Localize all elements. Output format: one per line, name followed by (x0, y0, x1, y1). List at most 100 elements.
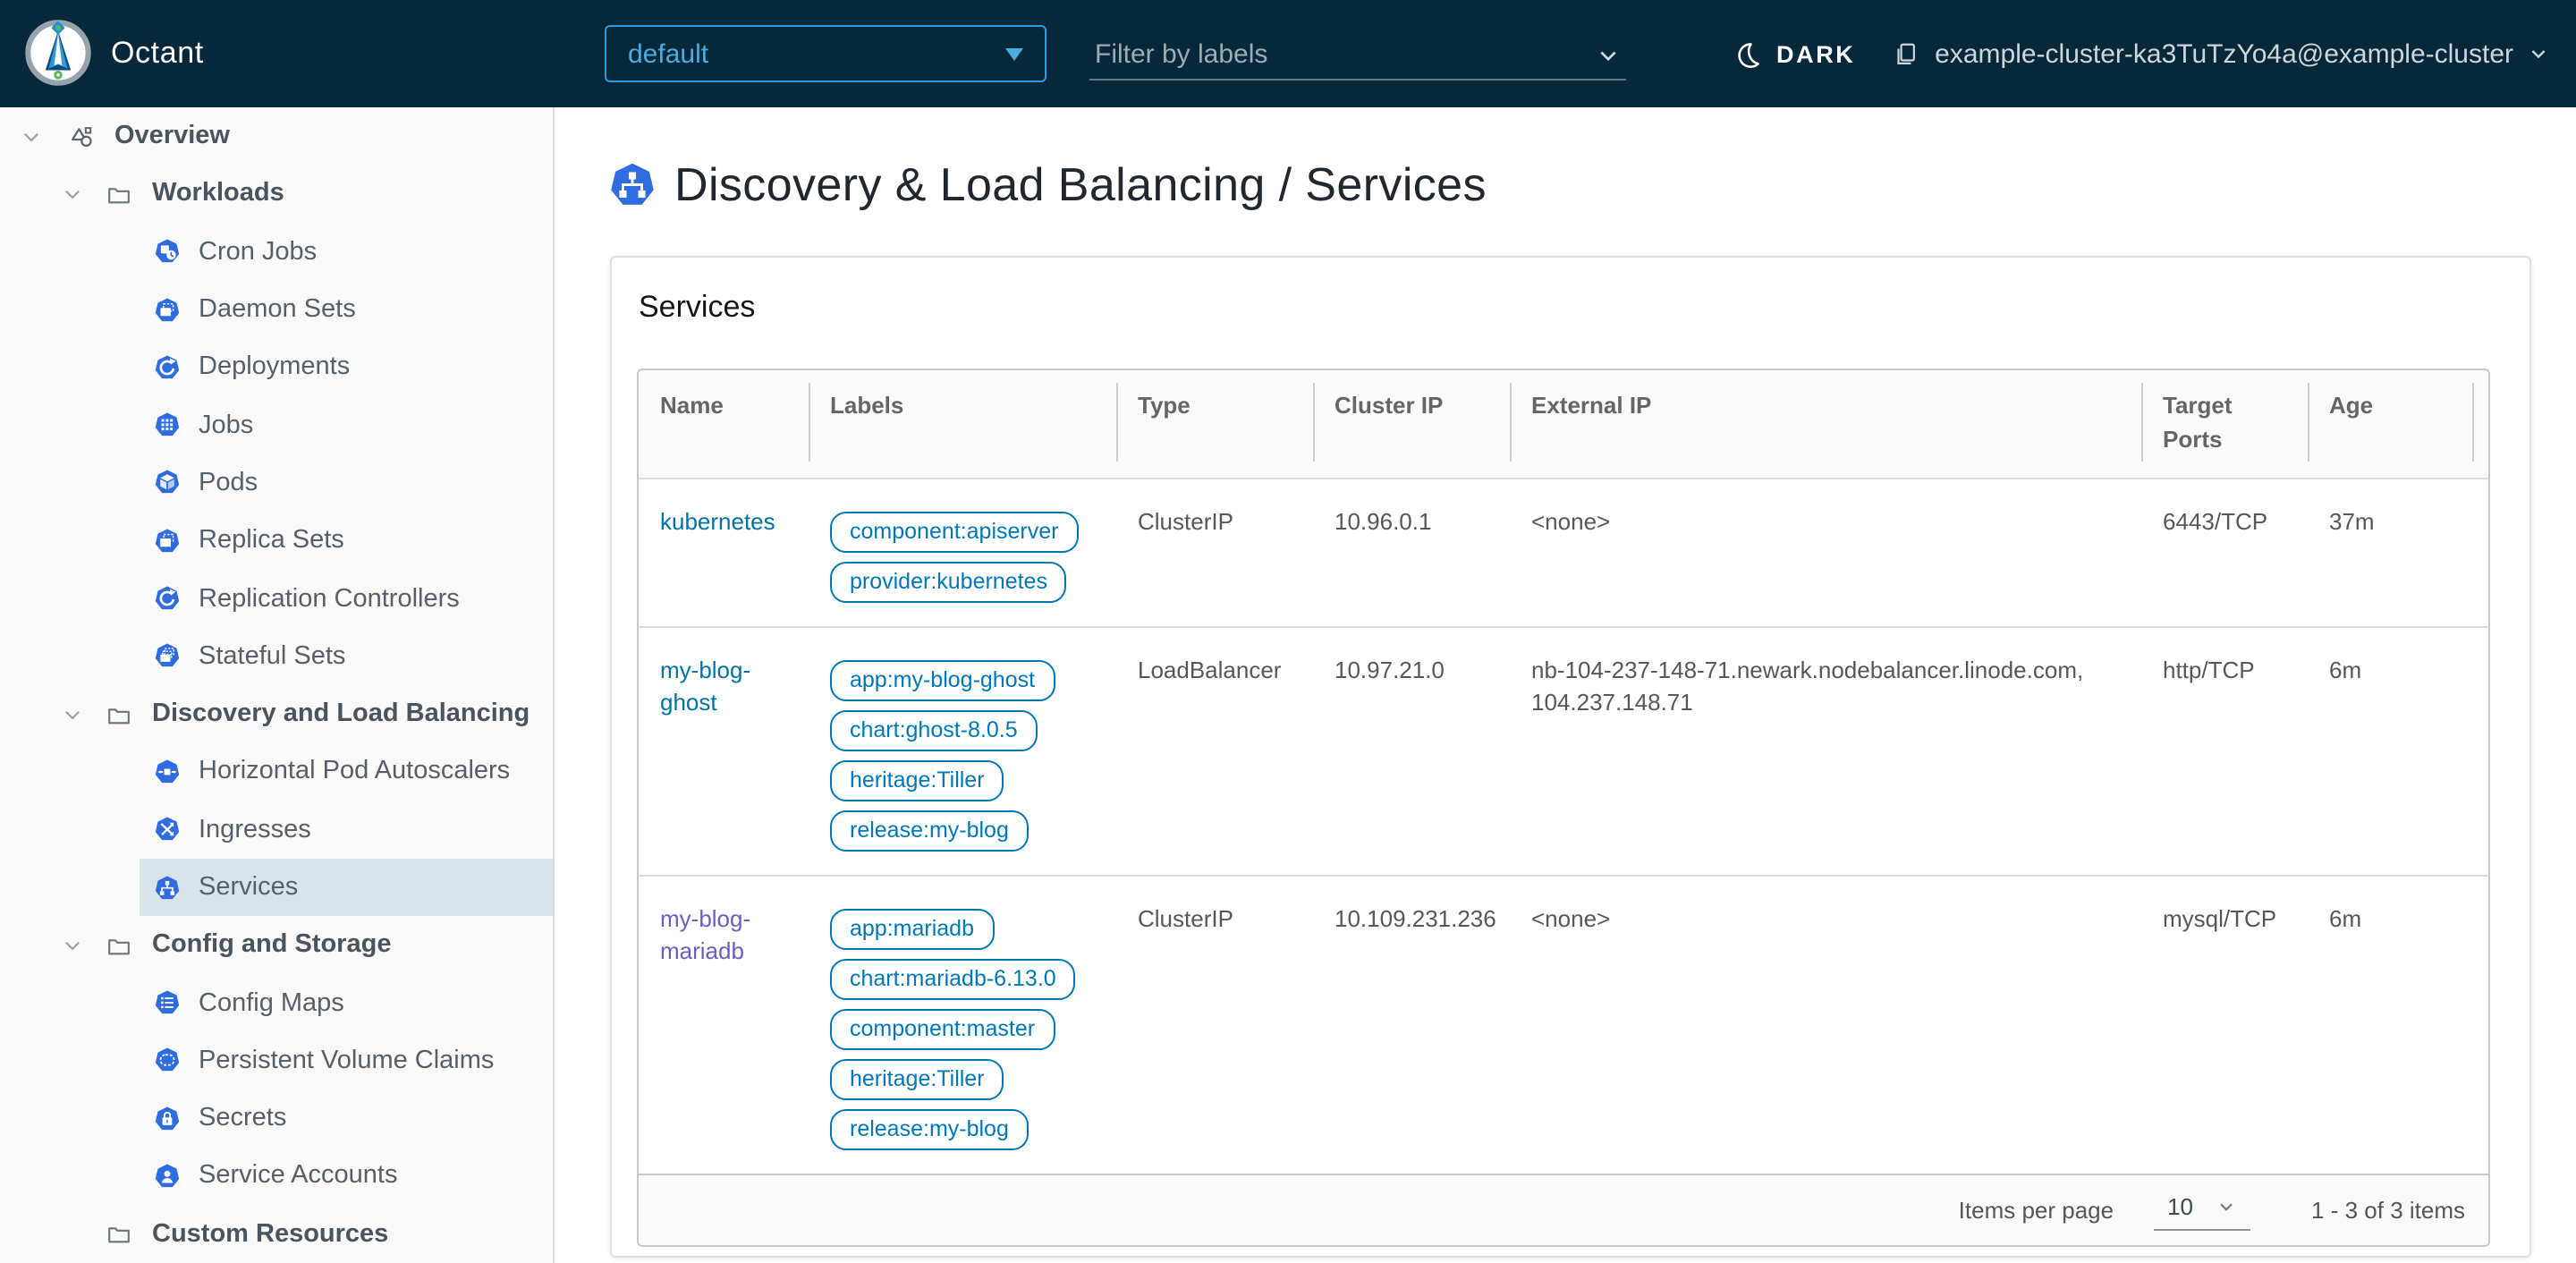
sidebar-item-jobs[interactable]: Jobs (140, 396, 553, 454)
sidebar-item-horizontal-pod-autoscalers[interactable]: Horizontal Pod Autoscalers (140, 743, 553, 801)
replication-controllers-icon (154, 585, 181, 612)
replica-sets-icon (154, 527, 181, 554)
sidebar-item-label: Services (199, 873, 298, 902)
cell-spacer (2472, 626, 2488, 875)
sidebar-item-label: Config and Storage (152, 931, 391, 960)
sidebar-item-daemon-sets[interactable]: Daemon Sets (140, 281, 553, 339)
sidebar-item-cron-jobs[interactable]: Cron Jobs (140, 223, 553, 281)
theme-toggle-label: DARK (1776, 40, 1855, 67)
cell-cluster-ip: 10.97.21.0 (1313, 626, 1510, 875)
service-link[interactable]: kubernetes (660, 507, 775, 534)
app-header: Octant default Filter by labels DARK exa… (0, 0, 2576, 107)
sidebar-item-label: Pods (199, 469, 258, 497)
label-pill[interactable]: release:my-blog (830, 810, 1029, 851)
folder-icon (106, 932, 132, 959)
column-header-name: Name (639, 370, 809, 478)
services-icon (608, 161, 657, 209)
sidebar-item-label: Secrets (199, 1104, 286, 1132)
chevron-down-icon[interactable] (1596, 42, 1621, 67)
namespace-value: default (628, 38, 708, 69)
objects-icon (68, 123, 95, 149)
sidebar-item-label: Overview (114, 122, 230, 150)
column-header-spacer (2472, 370, 2488, 478)
page-title: Discovery & Load Balancing / Services (674, 157, 1487, 213)
label-pill[interactable]: app:mariadb (830, 908, 994, 949)
cell-target-ports: mysql/TCP (2141, 875, 2308, 1173)
service-link[interactable]: my-blog-ghost (660, 656, 750, 715)
sidebar-item-workloads[interactable]: Workloads (0, 165, 553, 224)
folder-icon (106, 1221, 132, 1248)
sidebar-item-ingresses[interactable]: Ingresses (140, 801, 553, 859)
cell-spacer (2472, 478, 2488, 626)
cell-type: LoadBalancer (1116, 626, 1313, 875)
daemon-sets-icon (154, 296, 181, 323)
sidebar-item-label: Stateful Sets (199, 642, 345, 671)
label-pill[interactable]: provider:kubernetes (830, 561, 1067, 602)
sidebar-item-label: Horizontal Pod Autoscalers (199, 758, 510, 786)
sidebar-item-label: Discovery and Load Balancing (152, 699, 530, 728)
moon-icon (1732, 38, 1762, 69)
chevron-down-icon[interactable] (61, 182, 84, 206)
sidebar-item-label: Workloads (152, 180, 284, 208)
label-pill[interactable]: component:master (830, 1008, 1055, 1049)
octant-logo-icon (23, 18, 93, 88)
pods-icon (154, 470, 181, 496)
table-row: my-blog-ghost app:my-blog-ghost chart:gh… (639, 626, 2488, 875)
sidebar-item-services[interactable]: Services (140, 859, 553, 917)
sidebar-item-label: Service Accounts (199, 1162, 397, 1191)
sidebar-item-label: Replication Controllers (199, 584, 460, 613)
cell-age: 37m (2308, 478, 2472, 626)
sidebar-item-stateful-sets[interactable]: Stateful Sets (140, 627, 553, 685)
sidebar-item-discovery-and-load-balancing[interactable]: Discovery and Load Balancing (0, 685, 553, 743)
sidebar-item-secrets[interactable]: Secrets (140, 1089, 553, 1148)
stateful-sets-icon (154, 643, 181, 670)
folder-icon (106, 181, 132, 208)
table-row: my-blog-mariadb app:mariadb chart:mariad… (639, 875, 2488, 1173)
folder-icon (106, 700, 132, 727)
namespace-select[interactable]: default (605, 25, 1046, 82)
sidebar-item-label: Deployments (199, 353, 350, 382)
sidebar-item-deployments[interactable]: Deployments (140, 338, 553, 396)
service-link[interactable]: my-blog-mariadb (660, 904, 750, 963)
ingresses-icon (154, 816, 181, 843)
label-pill[interactable]: chart:mariadb-6.13.0 (830, 958, 1076, 999)
label-pill[interactable]: heritage:Tiller (830, 1058, 1004, 1099)
sidebar-item-custom-resources[interactable]: Custom Resources (0, 1205, 553, 1263)
cell-age: 6m (2308, 875, 2472, 1173)
label-pill[interactable]: app:my-blog-ghost (830, 659, 1055, 700)
cell-target-ports: http/TCP (2141, 626, 2308, 875)
sidebar-item-service-accounts[interactable]: Service Accounts (140, 1148, 553, 1206)
cell-labels: app:mariadb chart:mariadb-6.13.0 compone… (809, 875, 1116, 1173)
items-per-page-select[interactable]: 10 (2153, 1188, 2250, 1231)
label-pill[interactable]: chart:ghost-8.0.5 (830, 709, 1038, 750)
theme-toggle-button[interactable]: DARK (1721, 0, 1866, 107)
chevron-down-icon (2528, 43, 2549, 64)
cell-target-ports: 6443/TCP (2141, 478, 2308, 626)
sidebar-item-pods[interactable]: Pods (140, 454, 553, 513)
label-pill[interactable]: heritage:Tiller (830, 759, 1004, 801)
cell-external-ip: <none> (1510, 875, 2141, 1173)
cell-external-ip: <none> (1510, 478, 2141, 626)
column-header-external-ip: External IP (1510, 370, 2141, 478)
table-row: kubernetes component:apiserver provider:… (639, 478, 2488, 626)
label-pill[interactable]: component:apiserver (830, 511, 1078, 552)
brand: Octant (23, 18, 204, 88)
sidebar-item-replication-controllers[interactable]: Replication Controllers (140, 570, 553, 628)
sidebar-item-persistent-volume-claims[interactable]: Persistent Volume Claims (140, 1032, 553, 1090)
jobs-icon (154, 411, 181, 438)
sidebar-item-config-and-storage[interactable]: Config and Storage (0, 916, 553, 974)
sidebar-item-config-maps[interactable]: Config Maps (140, 974, 553, 1032)
column-header-age: Age (2308, 370, 2472, 478)
cell-cluster-ip: 10.109.231.236 (1313, 875, 1510, 1173)
cell-labels: component:apiserver provider:kubernetes (809, 478, 1116, 626)
cluster-context-dropdown[interactable]: example-cluster-ka3TuTzYo4a@example-clus… (1890, 0, 2549, 107)
chevron-down-icon[interactable] (61, 934, 84, 957)
label-filter-input[interactable]: Filter by labels (1089, 30, 1626, 81)
chevron-down-icon[interactable] (61, 702, 84, 725)
chevron-down-icon[interactable] (20, 124, 43, 148)
cluster-context-label: example-cluster-ka3TuTzYo4a@example-clus… (1935, 38, 2513, 69)
sidebar-item-overview[interactable]: Overview (0, 107, 553, 165)
sidebar-item-replica-sets[interactable]: Replica Sets (140, 512, 553, 570)
label-pill[interactable]: release:my-blog (830, 1108, 1029, 1149)
sidebar-item-label: Config Maps (199, 988, 344, 1017)
